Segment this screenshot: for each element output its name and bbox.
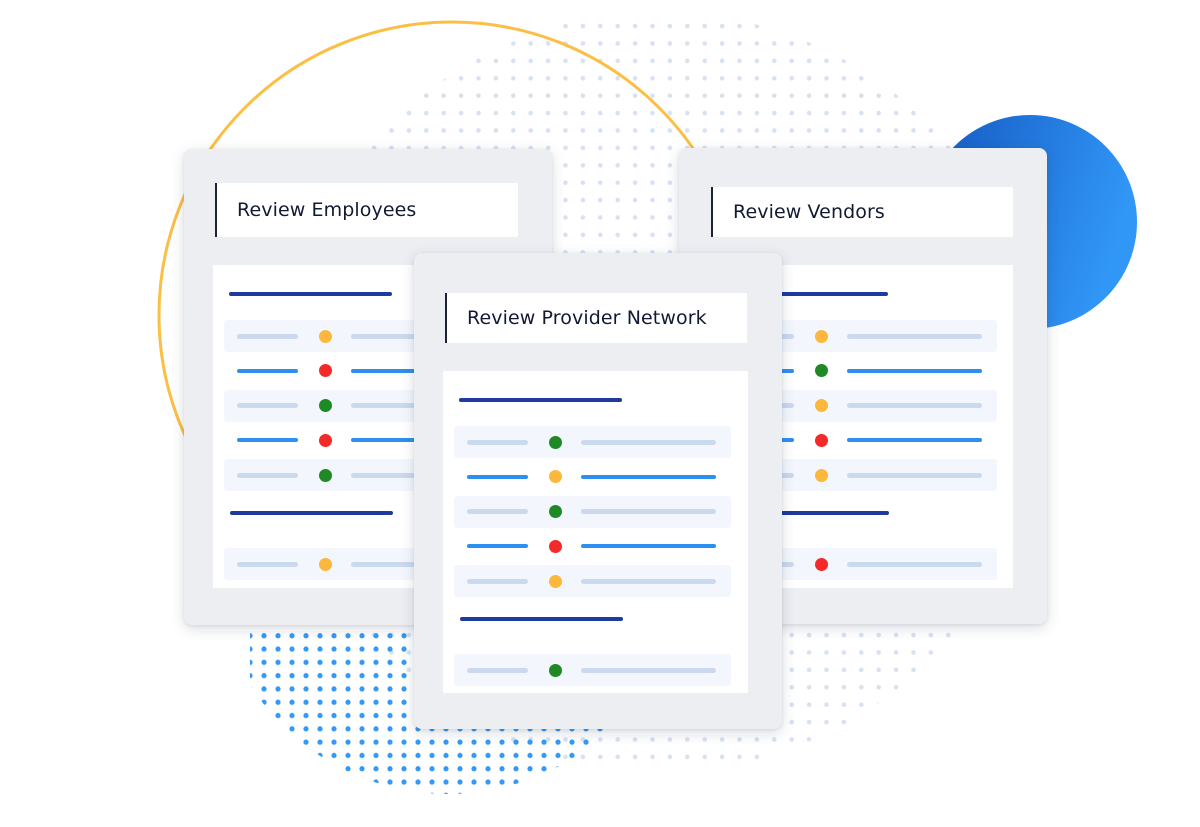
row-value-placeholder <box>581 667 716 673</box>
card-body <box>443 371 748 693</box>
status-red-dot <box>319 433 332 447</box>
row-value-placeholder <box>847 472 982 478</box>
status-yellow-dot <box>815 329 828 343</box>
section-heading-bar <box>230 511 393 515</box>
row-label-placeholder <box>237 403 298 409</box>
list-row[interactable] <box>454 426 731 458</box>
row-label-placeholder <box>237 333 298 339</box>
row-label-placeholder <box>467 509 528 515</box>
row-label-placeholder <box>237 472 298 478</box>
row-label-placeholder <box>467 474 528 479</box>
card-title-text: Review Provider Network <box>467 307 707 329</box>
status-green-dot <box>549 663 562 677</box>
card-review-provider-network[interactable]: Review Provider Network <box>414 253 782 729</box>
row-label-placeholder <box>467 667 528 673</box>
status-yellow-dot <box>815 468 828 482</box>
card-title-text: Review Vendors <box>733 201 885 223</box>
status-yellow-dot <box>319 329 332 343</box>
row-value-placeholder <box>847 438 982 443</box>
card-title: Review Employees <box>215 183 518 237</box>
list-row[interactable] <box>454 565 731 598</box>
row-label-placeholder <box>467 578 528 584</box>
card-title: Review Vendors <box>711 187 1013 237</box>
status-green-dot <box>319 468 332 482</box>
status-yellow-dot <box>549 574 562 588</box>
row-label-placeholder <box>467 439 528 445</box>
section-heading-bar <box>459 398 622 402</box>
status-green-dot <box>549 505 562 519</box>
row-label-placeholder <box>237 368 298 373</box>
card-title-text: Review Employees <box>237 199 417 221</box>
list-row[interactable] <box>454 654 731 686</box>
row-value-placeholder <box>581 509 716 515</box>
row-value-placeholder <box>581 474 716 479</box>
section-heading-bar <box>229 292 392 296</box>
status-red-dot <box>815 557 828 571</box>
status-red-dot <box>319 364 332 378</box>
status-red-dot <box>549 539 562 553</box>
row-value-placeholder <box>847 333 982 339</box>
list-row[interactable] <box>454 530 731 562</box>
status-yellow-dot <box>549 470 562 484</box>
row-value-placeholder <box>581 578 716 584</box>
list-row[interactable] <box>454 461 731 493</box>
row-value-placeholder <box>581 544 716 549</box>
row-value-placeholder <box>847 561 982 567</box>
status-green-dot <box>549 435 562 449</box>
row-label-placeholder <box>467 544 528 549</box>
status-red-dot <box>815 433 828 447</box>
row-value-placeholder <box>847 368 982 373</box>
list-row[interactable] <box>454 495 731 528</box>
status-yellow-dot <box>815 399 828 413</box>
row-label-placeholder <box>237 561 298 567</box>
section-heading-bar <box>460 617 623 621</box>
row-label-placeholder <box>237 438 298 443</box>
status-yellow-dot <box>319 557 332 571</box>
row-value-placeholder <box>847 403 982 409</box>
status-green-dot <box>815 364 828 378</box>
row-value-placeholder <box>581 439 716 445</box>
status-green-dot <box>319 399 332 413</box>
card-title: Review Provider Network <box>445 293 747 343</box>
